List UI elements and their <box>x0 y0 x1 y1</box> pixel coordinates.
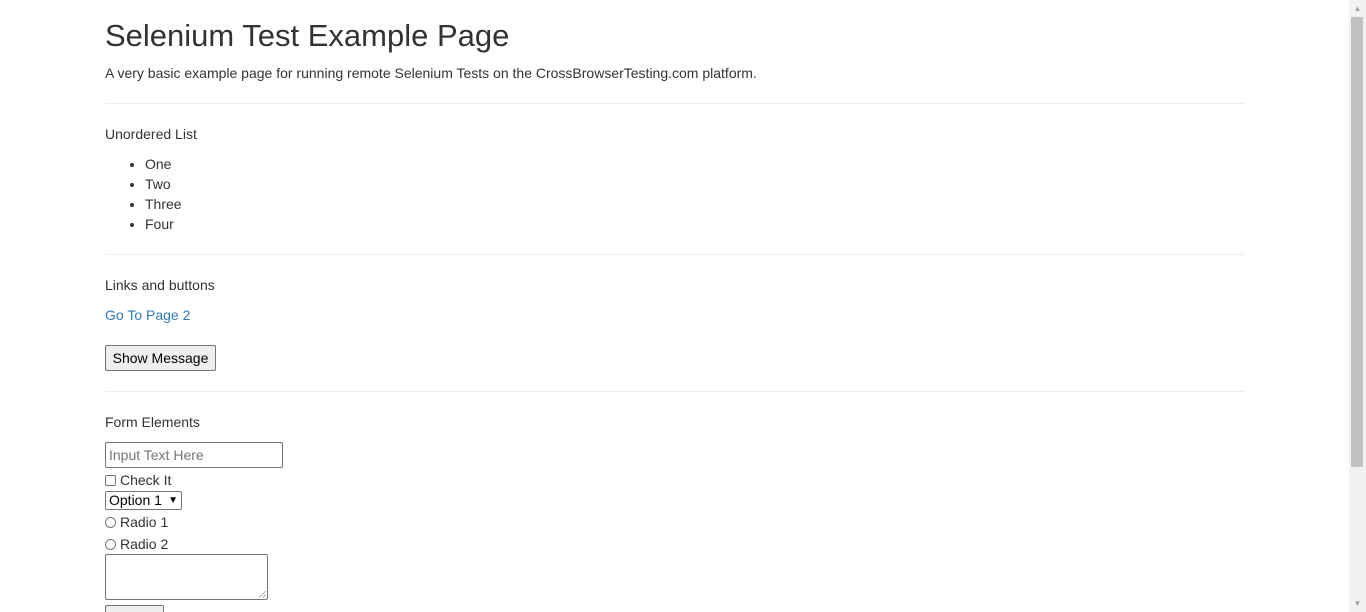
links-buttons-heading: Links and buttons <box>105 277 215 293</box>
list-item: Four <box>145 214 182 234</box>
unordered-list: One Two Three Four <box>105 154 182 234</box>
go-to-page-2-link[interactable]: Go To Page 2 <box>105 305 190 325</box>
check-it-checkbox[interactable] <box>105 475 116 486</box>
vertical-scrollbar[interactable]: ▲ ▼ <box>1349 0 1366 612</box>
text-input[interactable] <box>105 442 283 468</box>
chevron-down-icon: ▼ <box>168 495 178 506</box>
list-item: One <box>145 154 182 174</box>
show-message-button[interactable]: Show Message <box>105 345 216 371</box>
radio-2-row: Radio 2 <box>105 534 168 554</box>
resize-grip-icon[interactable] <box>259 591 266 598</box>
submit-button-partial[interactable] <box>105 605 164 612</box>
divider <box>105 391 1245 392</box>
textarea[interactable] <box>105 554 268 600</box>
option-select[interactable]: Option 1 ▼ <box>105 491 182 510</box>
scroll-thumb[interactable] <box>1351 17 1363 467</box>
radio-2-label: Radio 2 <box>120 536 169 552</box>
divider <box>105 254 1245 255</box>
checkbox-label: Check It <box>120 472 172 488</box>
page-subtitle: A very basic example page for running re… <box>105 65 757 81</box>
select-value: Option 1 <box>109 492 162 508</box>
page-title: Selenium Test Example Page <box>105 18 510 53</box>
list-item: Two <box>145 174 182 194</box>
radio-1-label: Radio 1 <box>120 514 169 530</box>
scroll-up-arrow-icon[interactable]: ▲ <box>1349 0 1366 17</box>
radio-2-button[interactable] <box>105 539 116 550</box>
radio-1-row: Radio 1 <box>105 512 168 532</box>
scroll-down-arrow-icon[interactable]: ▼ <box>1349 595 1366 612</box>
divider <box>105 103 1245 104</box>
list-item: Three <box>145 194 182 214</box>
form-elements-heading: Form Elements <box>105 414 200 430</box>
unordered-list-heading: Unordered List <box>105 126 197 142</box>
checkbox-row: Check It <box>105 470 171 490</box>
radio-1-button[interactable] <box>105 517 116 528</box>
page: Selenium Test Example Page A very basic … <box>0 0 1366 612</box>
